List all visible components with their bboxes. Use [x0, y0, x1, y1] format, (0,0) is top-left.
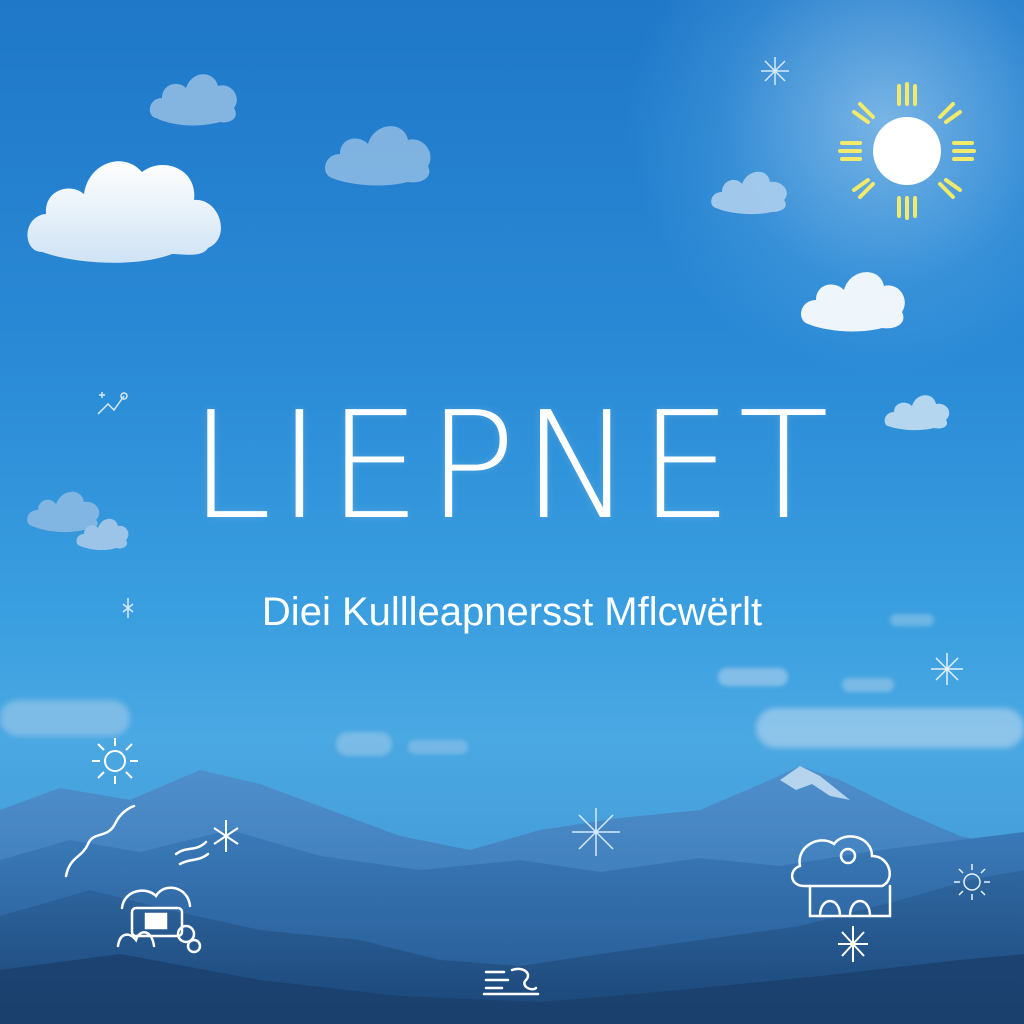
cloud-icon: [801, 272, 905, 332]
poster: LIEPNET Diei Kullleapnersst Mflcwërlt: [0, 0, 1024, 1024]
sun-icon: [954, 864, 990, 900]
sun-icon: [838, 82, 976, 220]
cloud-streak: [842, 678, 894, 692]
sun-icon: [92, 738, 138, 784]
cloud-streak: [0, 700, 130, 736]
cloud-icon: [27, 161, 221, 263]
brand-subtitle: Diei Kullleapnersst Mflcwërlt: [261, 590, 763, 634]
cloud-icon: [325, 126, 431, 186]
cloud-icon: [149, 74, 237, 126]
snowflake-icon: [761, 57, 789, 85]
brand-title: LIEPNET: [189, 380, 835, 552]
cloud-icon: [711, 171, 787, 215]
weather-doodle-icon: [64, 804, 210, 954]
weather-doodle-icon: [791, 835, 892, 918]
logo-mark-icon: [482, 967, 540, 996]
snowflake-icon: [838, 926, 868, 962]
cloud-streak: [718, 668, 788, 686]
snowflake-icon: [572, 808, 620, 856]
snowflake-icon: [931, 653, 963, 685]
